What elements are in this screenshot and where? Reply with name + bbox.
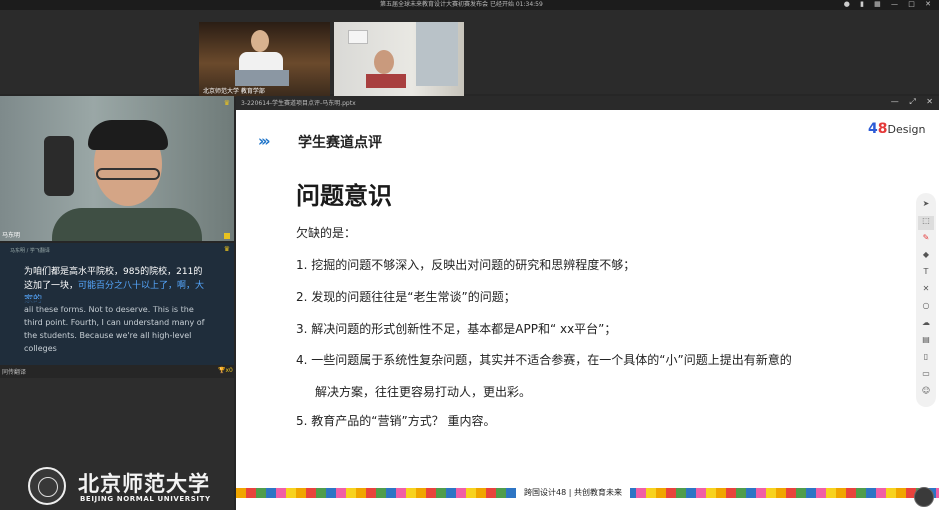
caption-panel[interactable]: 马东明 / 学飞翻译 ♛ 为咱们都是高水平院校，985的院校，211的这加了一块… (0, 243, 234, 365)
list-item-continuation: 解决方案，往往更容易打动人，更出彩。 (315, 385, 532, 399)
trophy-count-value: x0 (225, 367, 233, 374)
logo-number-a: 4 (868, 121, 878, 137)
participant-video-tile[interactable] (334, 22, 464, 97)
cursor-icon[interactable]: ➤ (918, 199, 934, 213)
mic-status-icon[interactable]: ● (844, 0, 850, 8)
shape-icon[interactable]: ○ (918, 301, 934, 315)
close-icon[interactable]: ✕ (918, 284, 934, 298)
participant-body (366, 74, 406, 88)
participant-video-tile[interactable]: 北京师范大学 教育学部 (199, 22, 330, 97)
save-icon[interactable]: ▤ (918, 335, 934, 349)
caption-header: 马东明 / 学飞翻译 (10, 248, 50, 254)
doc-icon[interactable]: ▯ (918, 352, 934, 366)
mic-icon (224, 233, 230, 239)
host-crown-icon: ♛ (223, 99, 230, 107)
slide-heading: 问题意识 (296, 182, 392, 210)
crown-icon: ♛ (223, 245, 230, 253)
user-icon[interactable]: ☺ (918, 386, 934, 400)
slide-intro: 欠缺的是： (296, 226, 357, 240)
list-item: 2. 发现的问题往往是“老生常谈”的问题； (296, 290, 516, 304)
university-name-cn: 北京师范大学 (78, 471, 210, 496)
slide-window-controls: — ⤢ ✕ (883, 97, 933, 107)
list-item: 4. 一些问题属于系统性复杂问题，其实并不适合参赛，在一个具体的“小”问题上提出… (296, 353, 792, 367)
minimize-icon[interactable]: — (891, 0, 898, 8)
speaker-video[interactable]: ♛ 马东明 (0, 96, 234, 241)
pen-icon[interactable]: ✎ (918, 233, 934, 247)
speaker-hair (88, 120, 168, 150)
speaker-name: 马东明 (2, 232, 21, 239)
list-item: 1. 挖掘的问题不够深入，反映出对问题的研究和思辨程度不够； (296, 258, 636, 272)
cloud-icon[interactable]: ☁ (918, 318, 934, 332)
minimize-icon[interactable]: — (891, 97, 899, 106)
list-item: 5. 教育产品的“营销”方式？ 重内容。 (296, 414, 496, 428)
select-icon[interactable]: ⬚ (918, 216, 934, 230)
close-window-icon[interactable]: ✕ (925, 0, 931, 8)
logo-number-b: 8 (877, 121, 888, 137)
avatar[interactable] (914, 487, 934, 507)
top-controls: ● ▮ ▦ — □ ✕ (836, 0, 931, 9)
air-conditioner (348, 30, 368, 44)
close-icon[interactable]: ✕ (926, 97, 933, 106)
university-seal-icon (28, 467, 66, 505)
maximize-icon[interactable]: □ (908, 0, 915, 8)
fullscreen-icon[interactable]: ⤢ (909, 97, 915, 106)
list-item: 3. 解决问题的形式创新性不足，基本都是APP和“ xx平台”； (296, 322, 617, 336)
window (416, 22, 458, 86)
glasses (96, 168, 160, 180)
meeting-title-text: 第五届全球未来教育设计大赛初赛发布会 (380, 1, 489, 8)
elapsed-time: 已经开始 01:34:59 (489, 1, 543, 8)
trophy-count: 🏆x0 (218, 367, 233, 374)
participant-head (374, 50, 394, 74)
speaker-shirt (52, 208, 202, 241)
translation-label: 同传翻译 (2, 369, 27, 376)
caption-fade (0, 299, 234, 309)
tile-label: 北京师范大学 教育学部 (203, 88, 265, 95)
logo-text: Design (887, 123, 926, 136)
meeting-title: 第五届全球未来教育设计大赛初赛发布会 已经开始 01:34:59 (380, 0, 543, 9)
eraser-icon[interactable]: ◆ (918, 250, 934, 264)
slide-filename: 3-220614-学生赛道项目点评-马东明.pptx (241, 100, 356, 107)
participant-head (251, 30, 269, 52)
text-icon[interactable]: T (918, 267, 934, 281)
presentation-slide (236, 110, 939, 510)
signal-icon[interactable]: ▮ (860, 0, 864, 8)
university-name-en: BEIJING NORMAL UNIVERSITY (80, 495, 211, 503)
background-object (44, 136, 74, 196)
design48-logo: 48Design (868, 121, 925, 137)
chevrons-icon: ››› (258, 132, 270, 150)
slide-footer-label: 跨国设计48 | 共创教育未来 (516, 486, 630, 500)
laptop (235, 70, 289, 86)
video-gallery: 北京师范大学 教育学部 (0, 10, 939, 97)
chat-icon[interactable]: ▭ (918, 369, 934, 383)
layout-icon[interactable]: ▦ (874, 0, 881, 8)
caption-english: all these forms. Not to deserve. This is… (24, 305, 205, 353)
section-title: 学生赛道点评 (298, 135, 382, 151)
